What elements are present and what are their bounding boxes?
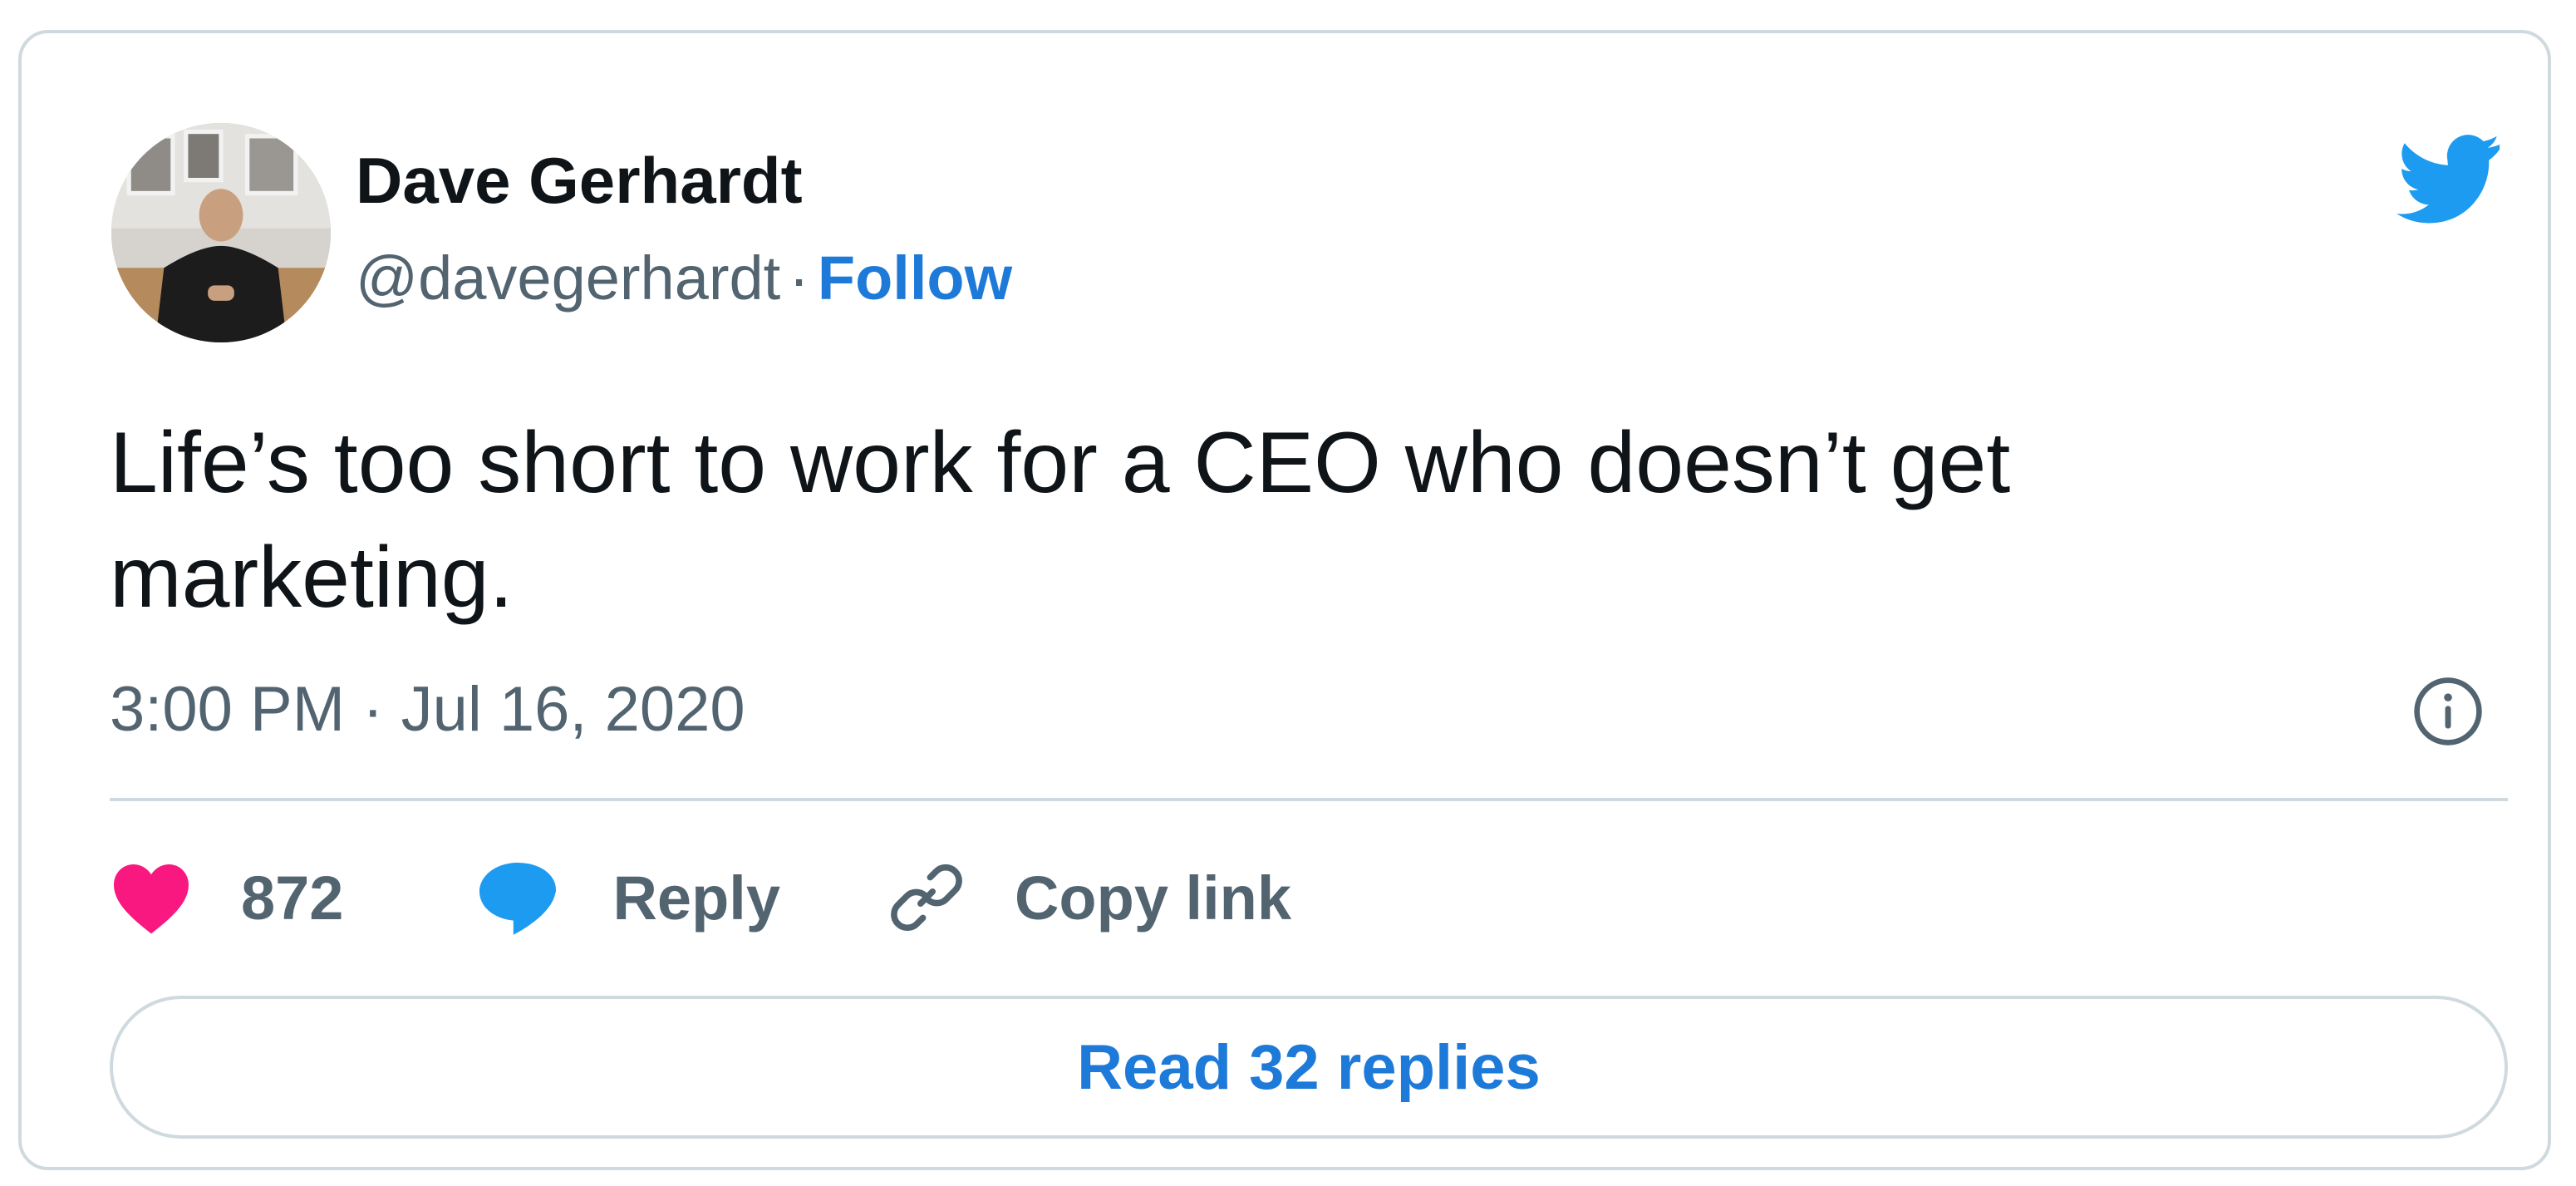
heart-icon	[114, 864, 189, 934]
copy-link-button[interactable]: Copy link	[887, 858, 1291, 937]
tweet-text: Life’s too short to work for a CEO who d…	[110, 415, 2011, 626]
info-icon[interactable]	[2411, 675, 2485, 748]
like-count: 872	[241, 863, 344, 933]
avatar[interactable]	[111, 123, 331, 342]
read-replies-button[interactable]: Read 32 replies	[110, 996, 2508, 1139]
tweet-card: Dave Gerhardt @davegerhardt · Follow Life’…	[18, 30, 2551, 1170]
reply-button[interactable]: Reply	[474, 858, 780, 937]
author-handle[interactable]: @davegerhardt	[356, 244, 780, 312]
tweet-timestamp[interactable]: 3:00 PM · Jul 16, 2020	[110, 678, 745, 741]
copy-link-label: Copy link	[1014, 863, 1292, 933]
speech-bubble-icon	[479, 863, 557, 935]
author-handle-row: @davegerhardt · Follow	[356, 248, 1012, 309]
like-button[interactable]: 872	[110, 859, 343, 936]
follow-link[interactable]: Follow	[818, 244, 1012, 312]
reply-label: Reply	[612, 863, 780, 933]
divider	[110, 798, 2508, 801]
separator-dot: ·	[789, 244, 809, 312]
link-icon	[891, 864, 962, 932]
action-bar: 872 Reply Copy link	[110, 856, 1291, 939]
avatar-photo	[111, 123, 331, 342]
author-name[interactable]: Dave Gerhardt	[356, 148, 803, 213]
twitter-bird-icon[interactable]	[2397, 131, 2501, 224]
